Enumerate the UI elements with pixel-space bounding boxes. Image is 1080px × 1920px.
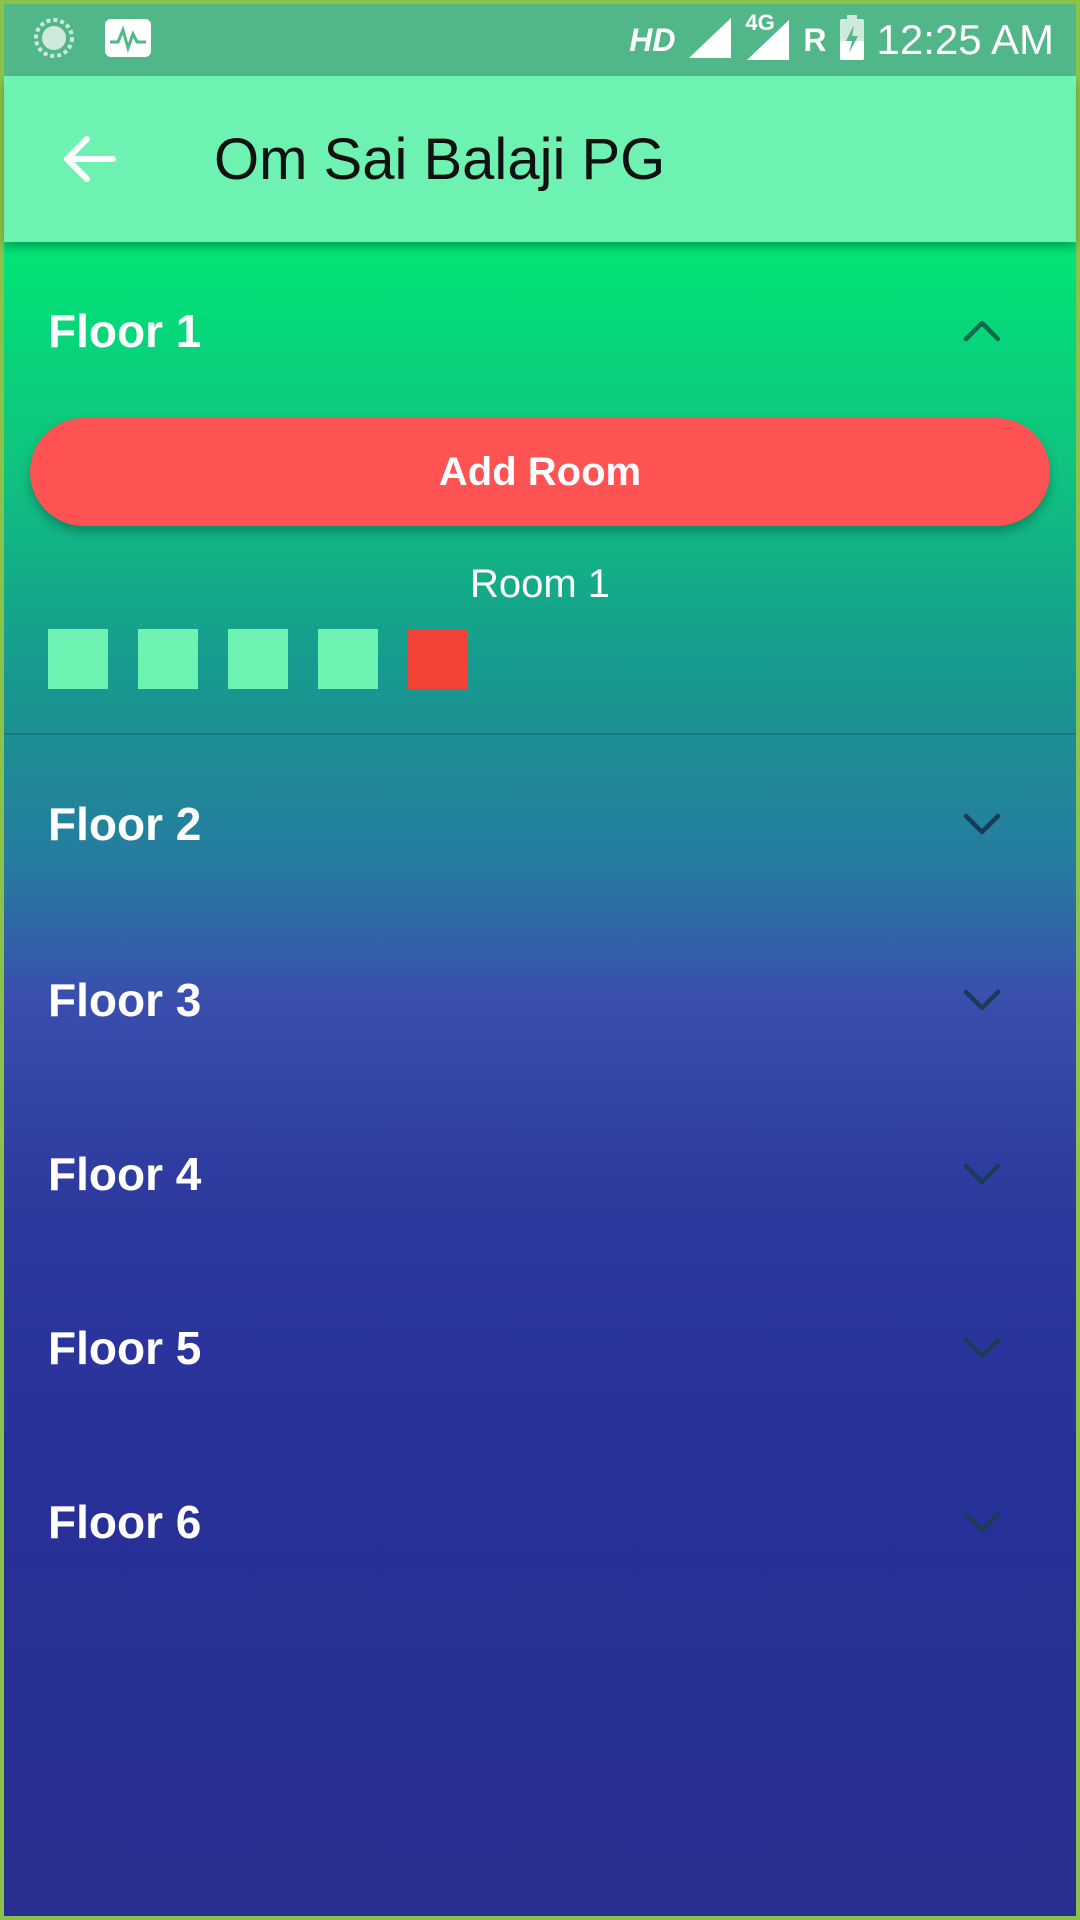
floor-header[interactable]: Floor 3 bbox=[4, 913, 1076, 1087]
bed-grid bbox=[30, 629, 1050, 733]
battery-charging-icon bbox=[839, 14, 865, 66]
floor-title: Floor 2 bbox=[48, 798, 202, 850]
chevron-down-icon bbox=[962, 980, 1002, 1020]
chevron-up-icon bbox=[962, 311, 1002, 351]
arrow-back-icon bbox=[64, 136, 116, 182]
floor-title: Floor 3 bbox=[48, 974, 202, 1026]
floor-title: Floor 1 bbox=[48, 305, 202, 357]
clock: 12:25 AM bbox=[876, 16, 1054, 63]
floor-header[interactable]: Floor 6 bbox=[4, 1435, 1076, 1609]
room-label[interactable]: Room 1 bbox=[30, 562, 1050, 607]
floor-1-content: Add Room Room 1 bbox=[4, 418, 1076, 733]
floor-section-1: Floor 1 Add Room Room 1 bbox=[4, 244, 1076, 735]
chevron-down-icon bbox=[962, 1502, 1002, 1542]
floor-header[interactable]: Floor 4 bbox=[4, 1087, 1076, 1261]
back-button[interactable] bbox=[44, 114, 134, 204]
add-room-button[interactable]: Add Room bbox=[30, 418, 1050, 526]
floor-header[interactable]: Floor 5 bbox=[4, 1261, 1076, 1435]
chevron-down-icon bbox=[962, 1328, 1002, 1368]
floor-title: Floor 6 bbox=[48, 1496, 202, 1548]
sync-icon bbox=[32, 16, 76, 65]
signal-4g-icon: 4G bbox=[745, 10, 791, 62]
activity-icon bbox=[104, 18, 152, 63]
bed-vacant[interactable] bbox=[48, 629, 108, 689]
signal-icon bbox=[687, 16, 733, 65]
chevron-down-icon bbox=[962, 804, 1002, 844]
roaming-label: R bbox=[803, 21, 827, 58]
page-title: Om Sai Balaji PG bbox=[214, 126, 666, 192]
floor-title: Floor 4 bbox=[48, 1148, 202, 1200]
status-bar: HD 4G R 12:25 AM bbox=[4, 4, 1076, 76]
app-bar: Om Sai Balaji PG bbox=[4, 76, 1076, 242]
floor-title: Floor 5 bbox=[48, 1322, 202, 1374]
floor-header[interactable]: Floor 2 bbox=[4, 735, 1076, 913]
floor-header-1[interactable]: Floor 1 bbox=[4, 244, 1076, 418]
bed-occupied[interactable] bbox=[408, 629, 468, 689]
bed-vacant[interactable] bbox=[138, 629, 198, 689]
network-label: 4G bbox=[745, 10, 775, 35]
floor-list: Floor 1 Add Room Room 1 Floor 2 Floor 3 Fl… bbox=[4, 244, 1076, 1609]
collapsed-floors: Floor 2 Floor 3 Floor 4 Floor 5 Floor 6 bbox=[4, 735, 1076, 1609]
bed-vacant[interactable] bbox=[318, 629, 378, 689]
network-type-label: HD bbox=[629, 21, 676, 58]
bed-vacant[interactable] bbox=[228, 629, 288, 689]
chevron-down-icon bbox=[962, 1154, 1002, 1194]
